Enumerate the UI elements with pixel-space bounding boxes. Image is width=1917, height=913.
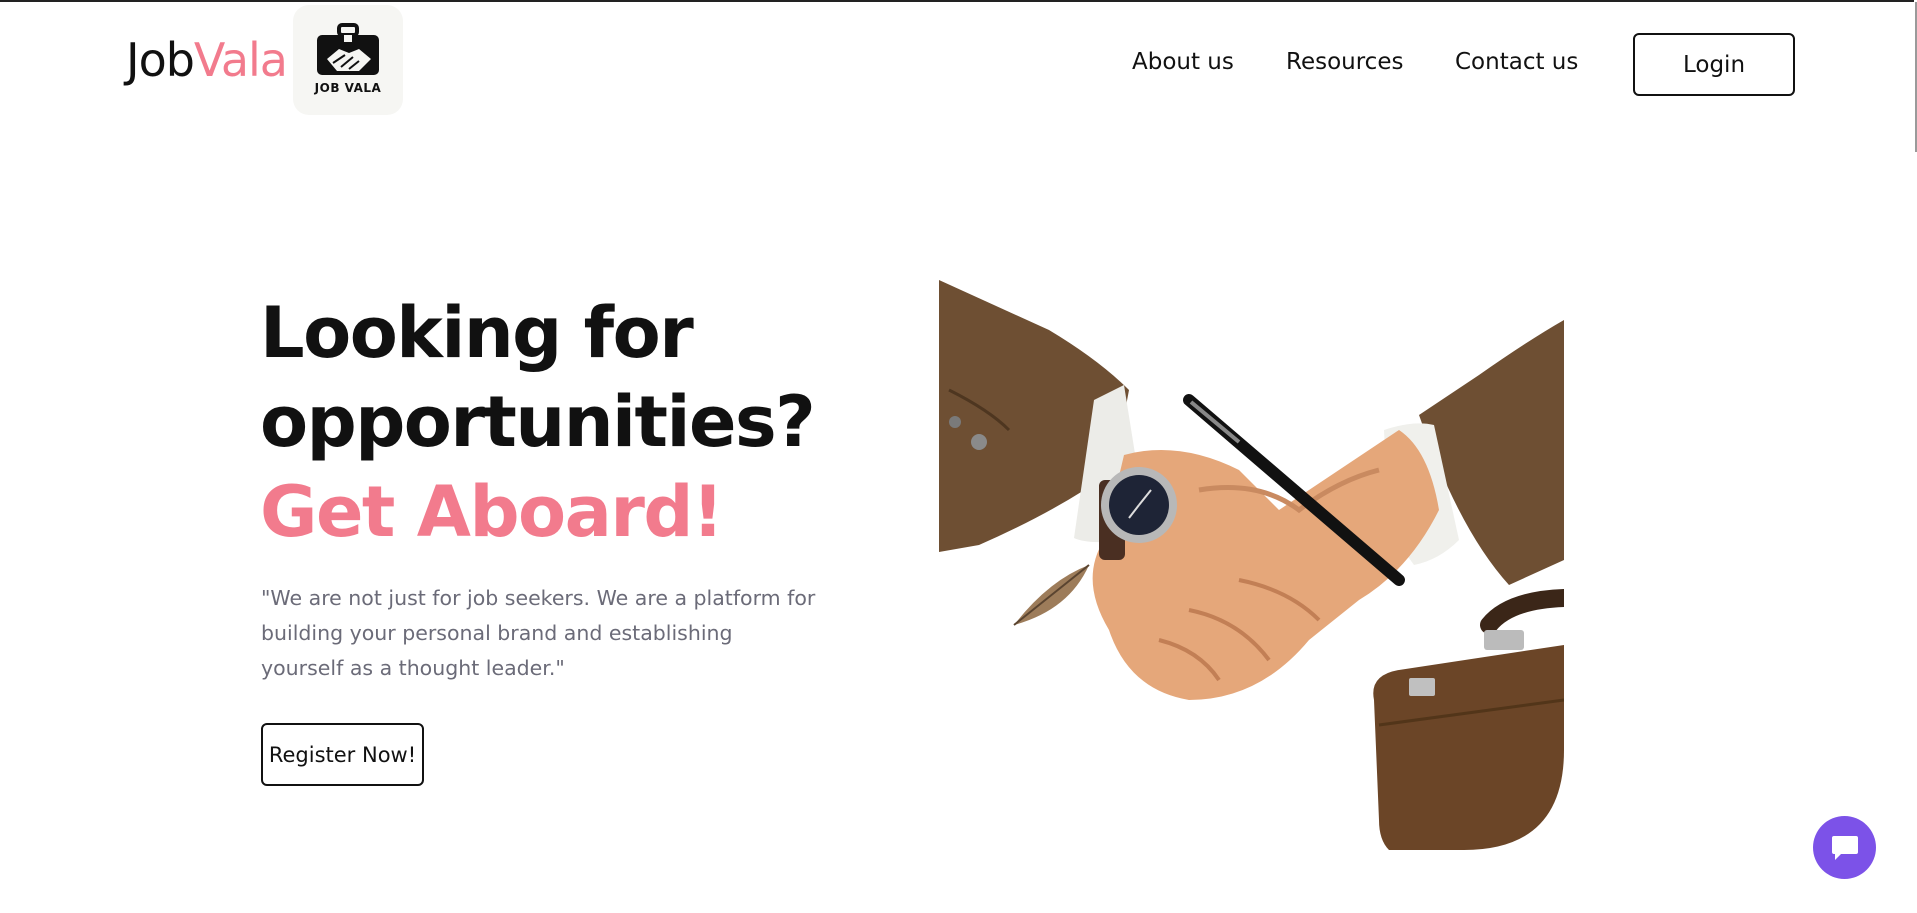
nav-about-link[interactable]: About us (1132, 49, 1234, 75)
login-button[interactable]: Login (1633, 33, 1795, 96)
chat-button[interactable] (1813, 816, 1876, 879)
nav-resources-link[interactable]: Resources (1286, 49, 1403, 75)
chat-bubble-icon (1831, 835, 1858, 860)
briefcase-handshake-icon (317, 23, 379, 75)
brand-badge-label: JOB VALA (314, 81, 382, 95)
top-border (0, 0, 1917, 2)
brand-logo-part2: Vala (193, 33, 288, 87)
nav-contact-link[interactable]: Contact us (1455, 49, 1578, 75)
brand-logo-text[interactable]: JobVala (126, 33, 288, 87)
hero-quote: "We are not just for job seekers. We are… (261, 586, 816, 680)
brand-logo-part1: Job (126, 33, 195, 87)
handshake-image (939, 280, 1564, 850)
hero-heading-line1: Looking for (260, 292, 694, 374)
register-button[interactable]: Register Now! (261, 723, 424, 786)
hero-heading-line2: opportunities? (260, 381, 816, 463)
hero-heading-accent: Get Aboard! (260, 471, 724, 553)
brand-logo-badge[interactable]: JOB VALA (293, 5, 403, 115)
